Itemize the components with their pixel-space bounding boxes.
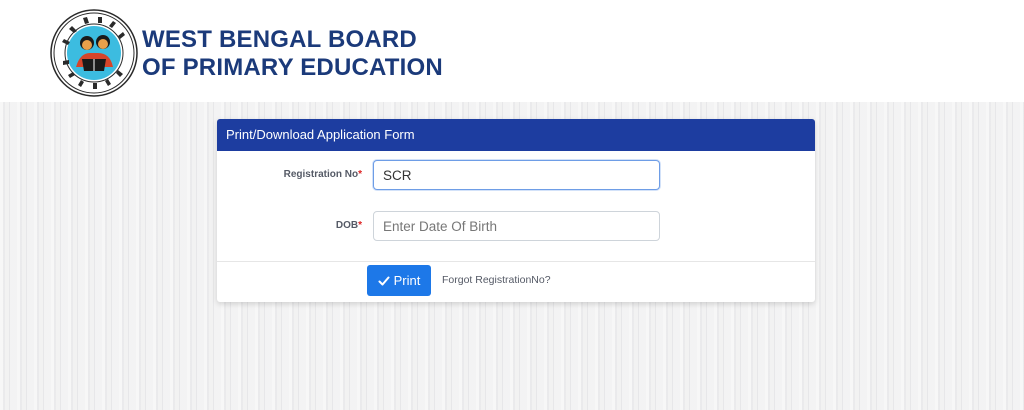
board-name: WEST BENGAL BOARD OF PRIMARY EDUCATION bbox=[142, 26, 443, 82]
board-name-line2: OF PRIMARY EDUCATION bbox=[142, 54, 443, 81]
board-name-line1: WEST BENGAL BOARD bbox=[142, 26, 417, 53]
form-divider bbox=[217, 261, 815, 262]
required-mark: * bbox=[358, 169, 362, 180]
dob-label: DOB* bbox=[217, 220, 362, 231]
check-icon bbox=[378, 276, 390, 285]
dob-input[interactable] bbox=[373, 211, 660, 241]
form-title: Print/Download Application Form bbox=[217, 119, 815, 151]
site-header: WEST BENGAL BOARD OF PRIMARY EDUCATION bbox=[0, 0, 1024, 102]
print-button-label: Print bbox=[393, 273, 421, 288]
registration-label-text: Registration No bbox=[283, 169, 359, 180]
print-button[interactable]: Print bbox=[367, 265, 431, 296]
application-form-card: Print/Download Application Form Registra… bbox=[217, 119, 815, 302]
forgot-registration-link[interactable]: Forgot RegistrationNo? bbox=[442, 274, 551, 286]
registration-label: Registration No* bbox=[217, 169, 362, 180]
dob-label-text: DOB bbox=[335, 220, 359, 231]
required-mark: * bbox=[358, 220, 362, 231]
registration-number-input[interactable] bbox=[373, 160, 660, 190]
board-logo bbox=[50, 9, 138, 97]
